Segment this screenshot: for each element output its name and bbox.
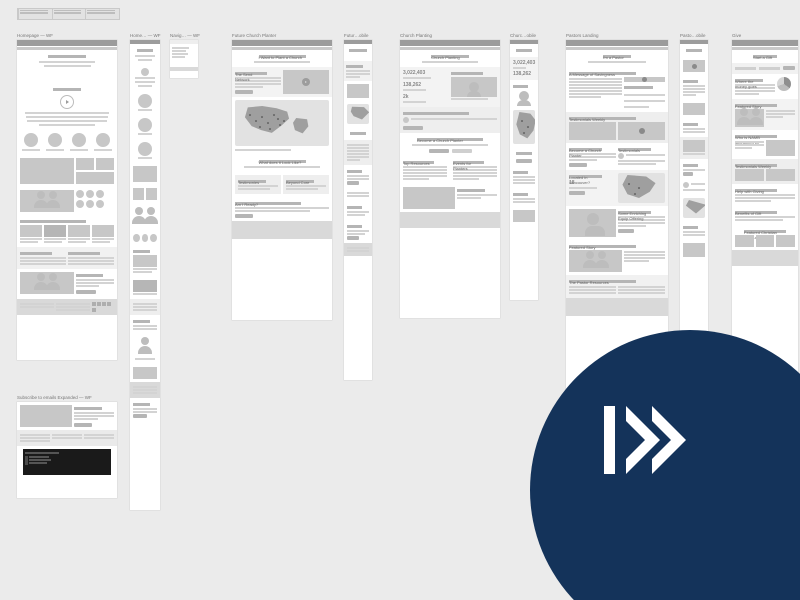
fcp-cta-heading: I Want to Plant a Church [259, 55, 306, 58]
give-fcr: Featured Christian Resources [744, 230, 786, 233]
cp-events: Events for Planters [453, 161, 484, 164]
fcp-ready-heading: Am I Ready? [235, 202, 301, 205]
give-help: Help with Giving [735, 189, 777, 192]
artboard-label: Home… — WF [130, 33, 161, 38]
give-tw: Testimonials Weekly [735, 164, 777, 167]
artboard-label: Homepage — WF [17, 33, 53, 38]
give-where: Where the money goes [735, 79, 763, 82]
cp-top-resources: Top Resources [403, 161, 434, 164]
pastors-testimonials: Testimonials [618, 148, 651, 151]
fcp-network-heading: The Send Network [235, 72, 267, 75]
artboard-homepage[interactable]: Homepage — WF [17, 40, 117, 360]
artboard-church-planting[interactable]: Church Planting Church Planting 3,022,40… [400, 40, 500, 318]
cp-stat-1: 3,022,403 [403, 70, 449, 76]
artboard-label: Future Church Planter [232, 33, 276, 38]
artboard-navigation[interactable]: Navig… — WF [170, 40, 198, 78]
style-guide-strip [17, 8, 120, 20]
give-who: Who is NAMB sponsored by [735, 135, 777, 138]
pastors-msg: A Message of Savingness [569, 72, 636, 75]
fcp-card-2: Beyond Core [286, 180, 314, 183]
fcp-looks-heading: What does it Look Like? [259, 160, 306, 163]
artboard-subscribe[interactable]: Subscribe to emails Expanded — WF [17, 402, 117, 498]
cp-stat-2: 138,262 [403, 82, 449, 88]
map-north-america [235, 100, 329, 146]
cp-become-heading: Become a Church Planter [417, 138, 483, 141]
pastors-enrich: Some Enriching Equip Offering [618, 211, 651, 214]
pastors-located: Located in Vancouver? [569, 175, 602, 178]
pastors-featured: Featured Story [569, 245, 636, 248]
artboard-label: Futur…obile [344, 33, 369, 38]
cp-title: Church Planting [431, 55, 469, 58]
artboard-label: Pasto…obile [680, 33, 706, 38]
artboard-label: Navig… — WF [170, 33, 200, 38]
pie-chart-icon [777, 77, 791, 91]
artboard-label: Church Planting [400, 33, 432, 38]
artboard-pastors-mobile[interactable]: Pasto…obile [680, 40, 708, 358]
pastors-become: Become a Church Planter [569, 148, 602, 151]
artboard-home-mobile[interactable]: Home… — WF [130, 40, 160, 510]
give-title: Start a Gift [753, 55, 777, 58]
forward-chevron-icon [580, 380, 700, 500]
artboard-label: Subscribe to emails Expanded — WF [17, 395, 92, 400]
fcp-card-1: Testimonies [238, 180, 266, 183]
give-story: Featured Story [735, 104, 777, 107]
pastors-resources: The Pastor Resources [569, 280, 636, 283]
give-benefits: Benefits of Gift [735, 211, 777, 214]
pastors-weekly: Testimonials Weekly [569, 117, 636, 120]
artboard-fcp-mobile[interactable]: Futur…obile [344, 40, 372, 380]
artboard-cp-mobile[interactable]: Churc…obile 3,022,403138,262 [510, 40, 538, 300]
artboard-label: Give [732, 33, 741, 38]
artboard-label: Churc…obile [510, 33, 536, 38]
cp-stat-3: 2k [403, 94, 449, 100]
artboard-fcp[interactable]: Future Church Planter I Want to Plant a … [232, 40, 332, 320]
pastors-hero: I'm a Pastor [603, 55, 632, 58]
artboard-label: Pastors Landing [566, 33, 599, 38]
